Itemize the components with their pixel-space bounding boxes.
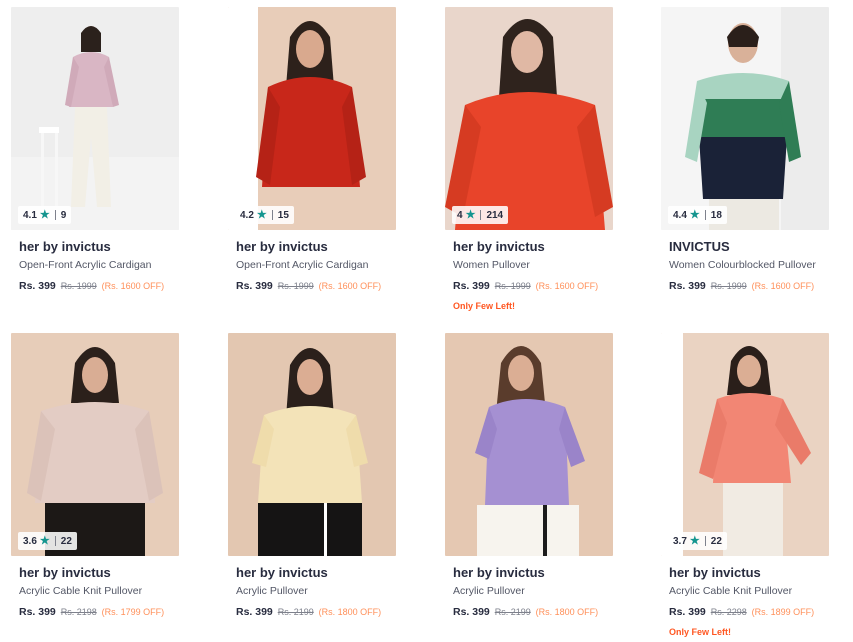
discount-amount: (Rs. 1600 OFF) xyxy=(535,281,599,291)
star-icon: ★ xyxy=(465,208,476,221)
discount-amount: (Rs. 1800 OFF) xyxy=(535,607,599,617)
original-price: Rs. 1999 xyxy=(277,281,314,291)
stock-alert: Only Few Left! xyxy=(669,627,732,637)
rating-badge: 3.7 ★ 22 xyxy=(668,532,727,550)
product-price: Rs. 399 Rs. 2298 (Rs. 1899 OFF) xyxy=(669,605,829,619)
product-name[interactable]: Women Pullover xyxy=(453,258,613,272)
product-price: Rs. 399 Rs. 2199 (Rs. 1800 OFF) xyxy=(453,605,613,619)
rating-value: 4.2 xyxy=(240,209,254,221)
rating-badge: 4.1 ★ 9 xyxy=(18,206,72,224)
product-price: Rs. 399 Rs. 1999 (Rs. 1600 OFF) xyxy=(453,279,613,293)
product-name[interactable]: Open-Front Acrylic Cardigan xyxy=(19,258,179,272)
rating-count: 22 xyxy=(60,535,72,547)
product-name[interactable]: Open-Front Acrylic Cardigan xyxy=(236,258,396,272)
product-price: Rs. 399 Rs. 1999 (Rs. 1600 OFF) xyxy=(236,279,396,293)
rating-divider xyxy=(704,210,706,220)
product-image[interactable]: 4.4 ★ 18 xyxy=(661,7,829,230)
product-card[interactable]: 3.7 ★ 22 her by invictus Acrylic Cable K… xyxy=(661,333,829,638)
product-brand[interactable]: her by invictus xyxy=(453,565,613,581)
rating-count: 9 xyxy=(60,209,67,221)
star-icon: ★ xyxy=(689,534,700,547)
product-image[interactable]: 3.7 ★ 22 xyxy=(661,333,829,556)
product-name[interactable]: Acrylic Cable Knit Pullover xyxy=(19,584,179,598)
original-price: Rs. 2198 xyxy=(60,607,97,617)
rating-badge: 4 ★ 214 xyxy=(452,206,509,224)
product-card[interactable]: 4.2 ★ 15 her by invictus Open-Front Acry… xyxy=(228,7,396,293)
product-image[interactable] xyxy=(445,333,613,556)
product-card[interactable]: her by invictus Acrylic Pullover Rs. 399… xyxy=(445,333,613,619)
product-price: Rs. 399 Rs. 2199 (Rs. 1800 OFF) xyxy=(236,605,396,619)
original-price: Rs. 1999 xyxy=(710,281,747,291)
original-price: Rs. 2298 xyxy=(710,607,747,617)
rating-count: 18 xyxy=(710,209,722,221)
discounted-price: Rs. 399 xyxy=(19,606,56,618)
discount-amount: (Rs. 1600 OFF) xyxy=(318,281,382,291)
product-name[interactable]: Acrylic Pullover xyxy=(453,584,613,598)
rating-value: 4 xyxy=(457,209,463,221)
product-brand[interactable]: her by invictus xyxy=(19,565,179,581)
product-price: Rs. 399 Rs. 2198 (Rs. 1799 OFF) xyxy=(19,605,179,619)
product-card[interactable]: her by invictus Acrylic Pullover Rs. 399… xyxy=(228,333,396,619)
star-icon: ★ xyxy=(39,534,50,547)
discounted-price: Rs. 399 xyxy=(19,280,56,292)
rating-divider xyxy=(271,210,273,220)
stock-alert: Only Few Left! xyxy=(453,301,516,311)
rating-count: 22 xyxy=(710,535,722,547)
rating-count: 15 xyxy=(277,209,289,221)
discounted-price: Rs. 399 xyxy=(236,280,273,292)
product-image[interactable]: 4.1 ★ 9 xyxy=(11,7,179,230)
star-icon: ★ xyxy=(256,208,267,221)
product-grid: 4.1 ★ 9 her by invictus Open-Front Acryl… xyxy=(0,0,853,642)
product-brand[interactable]: her by invictus xyxy=(19,239,179,255)
discounted-price: Rs. 399 xyxy=(669,606,706,618)
discount-amount: (Rs. 1600 OFF) xyxy=(101,281,165,291)
product-card[interactable]: 4.4 ★ 18 INVICTUS Women Colourblocked Pu… xyxy=(661,7,829,293)
product-card[interactable]: 4 ★ 214 her by invictus Women Pullover R… xyxy=(445,7,613,312)
original-price: Rs. 1999 xyxy=(494,281,531,291)
discounted-price: Rs. 399 xyxy=(669,280,706,292)
rating-value: 3.7 xyxy=(673,535,687,547)
star-icon: ★ xyxy=(689,208,700,221)
product-card[interactable]: 3.6 ★ 22 her by invictus Acrylic Cable K… xyxy=(11,333,179,619)
rating-badge: 4.4 ★ 18 xyxy=(668,206,727,224)
star-icon: ★ xyxy=(39,208,50,221)
product-name[interactable]: Women Colourblocked Pullover xyxy=(669,258,829,272)
product-brand[interactable]: her by invictus xyxy=(453,239,613,255)
product-brand[interactable]: her by invictus xyxy=(669,565,829,581)
discounted-price: Rs. 399 xyxy=(453,280,490,292)
product-brand[interactable]: INVICTUS xyxy=(669,239,829,255)
rating-value: 3.6 xyxy=(23,535,37,547)
rating-badge: 4.2 ★ 15 xyxy=(235,206,294,224)
rating-value: 4.4 xyxy=(673,209,687,221)
discounted-price: Rs. 399 xyxy=(453,606,490,618)
original-price: Rs. 1999 xyxy=(60,281,97,291)
product-price: Rs. 399 Rs. 1999 (Rs. 1600 OFF) xyxy=(669,279,829,293)
rating-count: 214 xyxy=(486,209,504,221)
product-brand[interactable]: her by invictus xyxy=(236,239,396,255)
rating-badge: 3.6 ★ 22 xyxy=(18,532,77,550)
discount-amount: (Rs. 1899 OFF) xyxy=(751,607,815,617)
product-image[interactable]: 4 ★ 214 xyxy=(445,7,613,230)
discount-amount: (Rs. 1799 OFF) xyxy=(101,607,165,617)
original-price: Rs. 2199 xyxy=(277,607,314,617)
discounted-price: Rs. 399 xyxy=(236,606,273,618)
product-price: Rs. 399 Rs. 1999 (Rs. 1600 OFF) xyxy=(19,279,179,293)
rating-divider xyxy=(54,536,56,546)
discount-amount: (Rs. 1600 OFF) xyxy=(751,281,815,291)
product-image[interactable]: 4.2 ★ 15 xyxy=(228,7,396,230)
product-image[interactable]: 3.6 ★ 22 xyxy=(11,333,179,556)
product-card[interactable]: 4.1 ★ 9 her by invictus Open-Front Acryl… xyxy=(11,7,179,293)
rating-divider xyxy=(480,210,482,220)
discount-amount: (Rs. 1800 OFF) xyxy=(318,607,382,617)
product-name[interactable]: Acrylic Cable Knit Pullover xyxy=(669,584,829,598)
original-price: Rs. 2199 xyxy=(494,607,531,617)
rating-divider xyxy=(704,536,706,546)
product-brand[interactable]: her by invictus xyxy=(236,565,396,581)
rating-divider xyxy=(54,210,56,220)
rating-value: 4.1 xyxy=(23,209,37,221)
product-name[interactable]: Acrylic Pullover xyxy=(236,584,396,598)
product-image[interactable] xyxy=(228,333,396,556)
